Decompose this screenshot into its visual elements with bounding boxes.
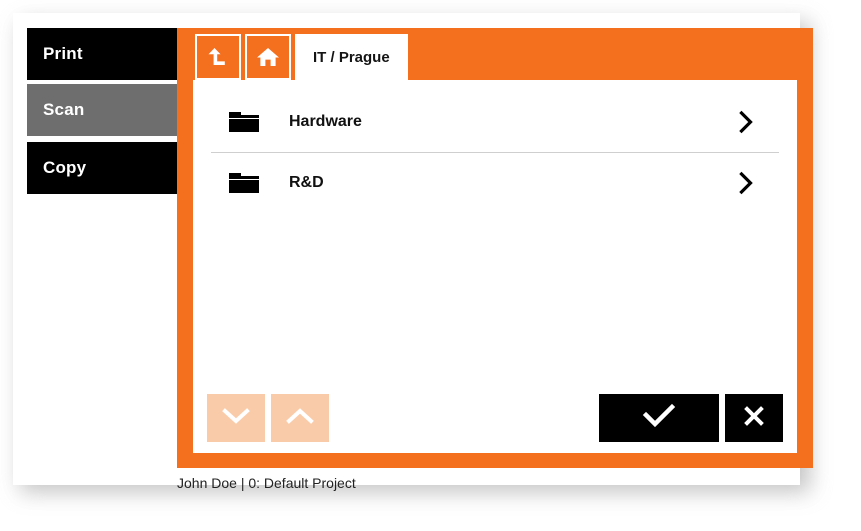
status-bar-text: John Doe | 0: Default Project <box>177 475 356 491</box>
sidebar-item-label: Print <box>43 44 83 63</box>
page-up-button[interactable] <box>271 394 329 442</box>
sidebar-item-label: Copy <box>43 158 87 177</box>
content-card: Hardware R&D <box>193 80 797 453</box>
sidebar-item-print[interactable]: Print <box>27 28 177 80</box>
check-icon <box>642 403 676 434</box>
home-button[interactable] <box>245 34 291 80</box>
confirm-button[interactable] <box>599 394 719 442</box>
status-bar: John Doe | 0: Default Project <box>177 471 356 495</box>
sidebar: Print Scan Copy <box>27 28 177 198</box>
list-item[interactable]: R&D <box>211 152 779 213</box>
chevron-right-icon[interactable] <box>737 171 755 195</box>
close-icon <box>743 405 765 432</box>
tab-current-folder[interactable]: IT / Prague <box>295 34 408 80</box>
sidebar-item-label: Scan <box>43 100 85 119</box>
cancel-button[interactable] <box>725 394 783 442</box>
screen-root: Print Scan Copy IT / Prague Hardware R&D… <box>0 0 861 531</box>
chevron-up-icon <box>285 406 315 431</box>
chevron-down-icon <box>221 406 251 431</box>
folder-list: Hardware R&D <box>193 80 797 213</box>
chevron-right-icon[interactable] <box>737 110 755 134</box>
home-icon <box>255 44 281 70</box>
page-down-button[interactable] <box>207 394 265 442</box>
up-one-level-button[interactable] <box>195 34 241 80</box>
list-item-label: Hardware <box>289 113 362 130</box>
sidebar-item-scan[interactable]: Scan <box>27 84 177 136</box>
tab-label: IT / Prague <box>313 48 390 66</box>
list-item[interactable]: Hardware <box>211 92 779 152</box>
tab-bar: IT / Prague <box>177 28 813 80</box>
sidebar-item-copy[interactable]: Copy <box>27 142 177 194</box>
app-frame: IT / Prague Hardware R&D <box>177 28 813 468</box>
device-panel: Print Scan Copy IT / Prague Hardware R&D… <box>13 13 813 491</box>
folder-icon <box>227 171 261 195</box>
arrow-up-level-icon <box>205 44 231 70</box>
folder-icon <box>227 110 261 134</box>
list-item-label: R&D <box>289 174 324 191</box>
button-bar <box>193 393 797 443</box>
